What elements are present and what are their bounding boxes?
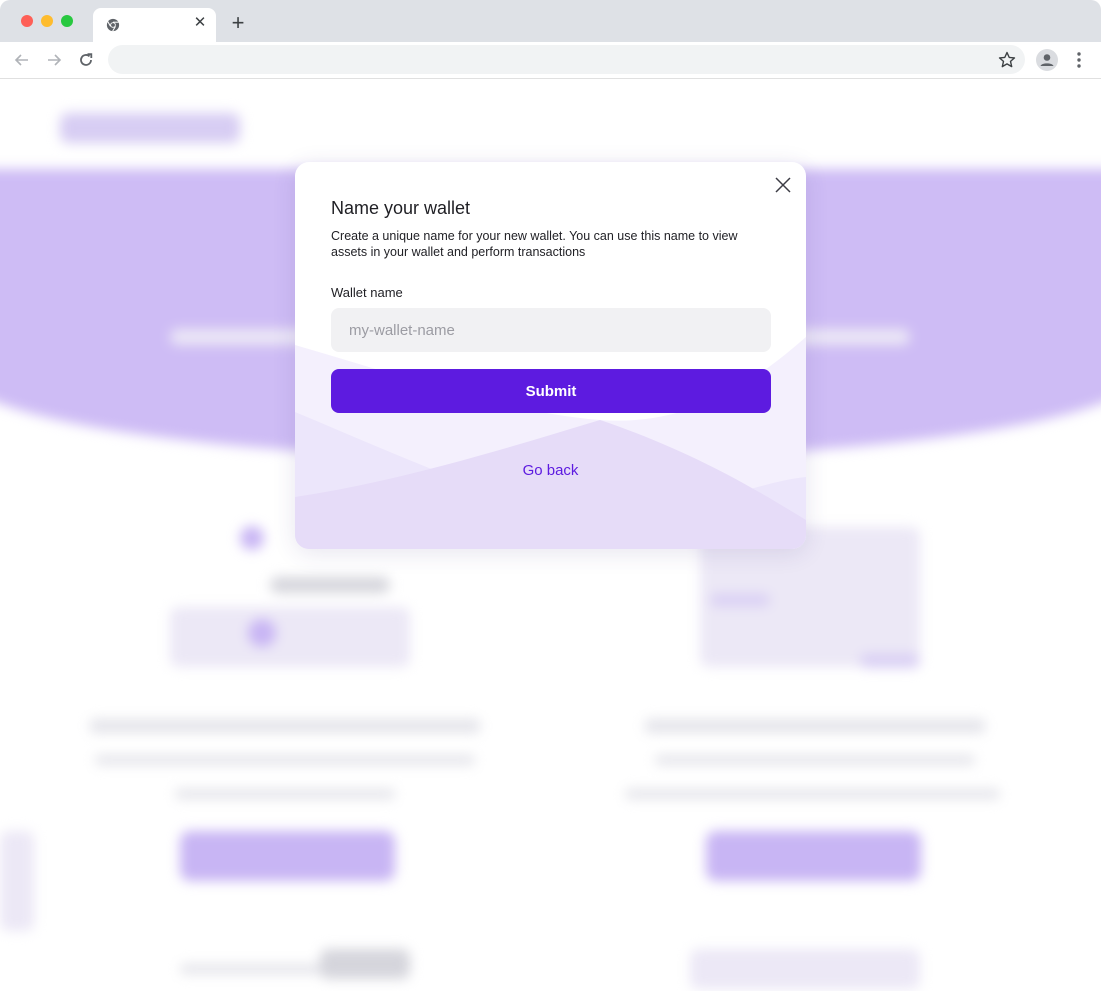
reload-icon[interactable] [76, 50, 96, 70]
blurred-bottom-left-image [320, 949, 410, 979]
blurred-logo [60, 113, 240, 143]
address-bar[interactable] [108, 45, 1025, 74]
person-icon [1040, 54, 1054, 66]
go-back-link[interactable]: Go back [295, 462, 806, 479]
browser-tab[interactable]: ✕ [93, 8, 216, 42]
blurred-button-right [706, 831, 921, 881]
close-icon[interactable] [773, 175, 793, 195]
modal-title: Name your wallet [331, 198, 471, 218]
kebab-menu-icon[interactable] [1070, 50, 1088, 70]
modal-description: Create a unique name for your new wallet… [331, 229, 738, 259]
blurred-card-icon-left [240, 526, 264, 550]
star-icon[interactable] [997, 50, 1017, 70]
chrome-icon [106, 18, 120, 32]
modal-wave-decoration [295, 337, 806, 549]
window-maximize-button[interactable] [61, 15, 73, 27]
browser-titlebar: ✕ + [0, 0, 1101, 42]
tab-close-icon[interactable]: ✕ [193, 15, 207, 30]
window-minimize-button[interactable] [41, 15, 53, 27]
blurred-button-left [180, 831, 395, 881]
name-wallet-modal: Name your wallet Create a unique name fo… [295, 162, 806, 549]
blurred-paragraph-left-1 [95, 755, 475, 765]
blurred-card-heading-left [270, 577, 390, 593]
wallet-name-input[interactable] [331, 308, 771, 352]
browser-toolbar [0, 42, 1101, 79]
profile-icon[interactable] [1036, 49, 1058, 71]
blurred-paragraph-right-2 [625, 789, 1000, 799]
blurred-paragraph-left-2 [175, 789, 395, 799]
blurred-heading-right [645, 719, 985, 733]
blurred-heading-left [90, 719, 480, 733]
wallet-name-label: Wallet name [331, 285, 403, 300]
blurred-card-illustration-left [170, 607, 410, 667]
forward-arrow-icon[interactable] [44, 50, 64, 70]
blurred-label-right [710, 594, 770, 606]
window-close-button[interactable] [21, 15, 33, 27]
blurred-avatar-left [248, 619, 276, 647]
blurred-side-widget [0, 831, 34, 931]
back-arrow-icon[interactable] [12, 50, 32, 70]
submit-button[interactable]: Submit [331, 369, 771, 413]
blurred-bottom-right [690, 949, 920, 989]
blurred-paragraph-right-1 [655, 755, 975, 765]
new-tab-plus-icon[interactable]: + [229, 12, 247, 34]
blurred-pill-right [860, 654, 920, 668]
